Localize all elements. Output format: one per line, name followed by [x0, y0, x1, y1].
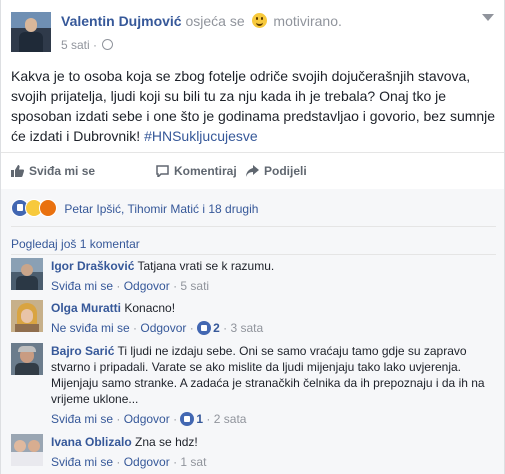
feeling-label: motivirano. [273, 13, 342, 29]
comment-text: Tatjana vrati se k razumu. [137, 259, 275, 273]
share-icon [246, 165, 259, 177]
comment-text: Ti ljudi ne izdaju sebe. Oni se samo vra… [51, 344, 485, 406]
comment-time[interactable]: 5 sati [180, 279, 209, 293]
post-actions: Sviđa mi se Komentiraj Podijeli [1, 152, 504, 190]
author-name[interactable]: Valentin Dujmović [61, 13, 182, 29]
comment-meta: Ne sviđa mi se · Odgovor · 2 · 3 sata [51, 321, 264, 335]
comment-meta: Sviđa mi se · Odgovor · 1 · 2 sata [51, 412, 247, 426]
commenter-name[interactable]: Olga Muratti [51, 301, 121, 315]
comment-text: Konacno! [124, 301, 176, 315]
comment-like-link[interactable]: Sviđa mi se [51, 412, 113, 426]
facebook-post: Valentin Dujmović osjeća se motivirano. … [0, 0, 505, 474]
author-line: Valentin Dujmović osjeća se motivirano. [61, 13, 342, 29]
feeling-prefix: osjeća se [185, 13, 245, 29]
commenter-avatar[interactable] [11, 434, 43, 466]
comment-meta: Sviđa mi se · Odgovor · 1 sat [51, 455, 207, 469]
commenter-name[interactable]: Ivana Oblizalo [51, 435, 132, 449]
comment-like-link[interactable]: Sviđa mi se [51, 279, 113, 293]
commenter-name[interactable]: Bajro Sarić [51, 344, 114, 358]
comment-like-link[interactable]: Sviđa mi se [51, 455, 113, 469]
reactors-names[interactable]: Petar Ipšić, Tihomir Matić i 18 drugih [64, 202, 258, 216]
comment-meta: Sviđa mi se · Odgovor · 5 sati [51, 279, 210, 293]
comment-like-count[interactable]: 1 [196, 412, 203, 426]
comment-time[interactable]: 3 sata [230, 321, 263, 335]
like-button[interactable]: Sviđa mi se [11, 164, 95, 178]
angry-reaction-icon [39, 199, 57, 217]
comment-reply-link[interactable]: Odgovor [140, 321, 186, 335]
comment-reply-link[interactable]: Odgovor [124, 455, 170, 469]
like-label: Sviđa mi se [29, 164, 96, 178]
share-button[interactable]: Podijeli [246, 164, 307, 178]
view-more-comments-link[interactable]: Pogledaj još 1 komentar [11, 237, 140, 251]
comment-reply-link[interactable]: Odgovor [124, 279, 170, 293]
commenter-avatar[interactable] [11, 343, 43, 375]
post-options-chevron-icon[interactable] [482, 14, 494, 21]
commenter-avatar[interactable] [11, 300, 43, 332]
comment-label: Komentiraj [174, 164, 237, 178]
comment-reply-link[interactable]: Odgovor [124, 412, 170, 426]
smile-emoji-icon [251, 13, 267, 28]
thumbs-up-icon [11, 165, 24, 177]
globe-icon [102, 39, 114, 50]
like-count-icon[interactable] [180, 412, 195, 426]
post-time[interactable]: 5 sati · [61, 38, 97, 52]
commenter-name[interactable]: Igor Drašković [51, 259, 134, 273]
divider [11, 254, 496, 255]
reactions-summary[interactable]: Petar Ipšić, Tihomir Matić i 18 drugih [11, 199, 258, 217]
comment-icon [156, 165, 169, 177]
author-avatar[interactable] [11, 12, 51, 52]
post-text: Kakva je to osoba koja se zbog fotelje o… [11, 66, 496, 146]
commenter-avatar[interactable] [11, 258, 43, 290]
comment-button[interactable]: Komentiraj [156, 164, 237, 178]
comment-time[interactable]: 1 sat [180, 455, 206, 469]
divider [11, 226, 496, 227]
comment-like-count[interactable]: 2 [213, 321, 220, 335]
post-time-line: 5 sati · [61, 38, 114, 52]
hashtag-link[interactable]: #HNSukljucujesve [144, 128, 258, 144]
share-label: Podijeli [264, 164, 307, 178]
comment-unlike-link[interactable]: Ne sviđa mi se [51, 321, 130, 335]
comment-text: Zna se hdz! [135, 435, 198, 449]
like-count-icon[interactable] [197, 321, 212, 335]
comment-time[interactable]: 2 sata [214, 412, 247, 426]
